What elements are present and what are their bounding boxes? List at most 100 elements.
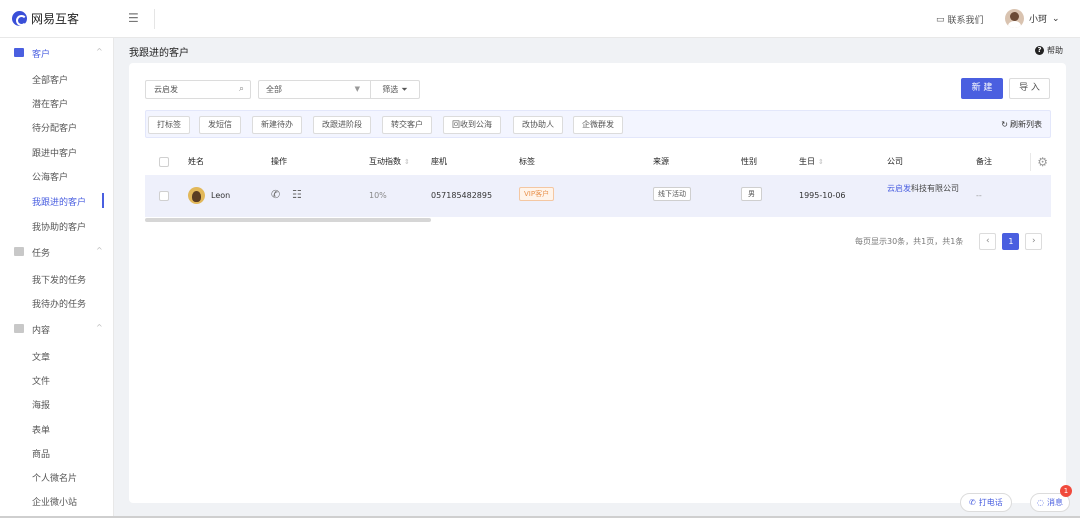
change-stage-button[interactable]: 改跟进阶段 (313, 116, 371, 134)
sms-button[interactable]: 发短信 (199, 116, 241, 134)
app-logo[interactable]: 网易互客 (12, 10, 79, 27)
user-menu[interactable]: 小珂 ⌄ (1005, 9, 1060, 28)
recycle-to-pool-button[interactable]: 回收到公海 (443, 116, 501, 134)
row-checkbox[interactable] (159, 191, 169, 201)
column-remark: 备注 (976, 157, 992, 166)
contact-us-label: 联系我们 (947, 16, 984, 26)
help-link[interactable]: ? 帮助 (1035, 45, 1063, 56)
sidebar-item-all-customers[interactable]: 全部客户 (32, 73, 68, 86)
sidebar-item-public-pool[interactable]: 公海客户 (32, 170, 68, 183)
customer-name[interactable]: Leon (211, 191, 230, 200)
prev-page-button[interactable]: ‹ (979, 233, 997, 250)
sidebar-group-label: 客户 (32, 50, 51, 60)
import-button[interactable]: 导 入 (1009, 78, 1050, 99)
phone-icon: ✆ (969, 498, 976, 507)
call-button[interactable]: ✆ 打电话 (960, 493, 1012, 512)
avatar (1005, 9, 1024, 28)
tag-button[interactable]: 打标签 (148, 116, 190, 134)
menu-collapse-icon[interactable]: ☰ (128, 11, 139, 25)
call-label: 打电话 (978, 498, 1003, 507)
column-actions: 操作 (271, 157, 287, 166)
chevron-down-icon: ⌄ (1052, 13, 1060, 24)
filter-button[interactable]: 筛选 ⏷ (371, 81, 419, 98)
sort-icon[interactable]: ⇕ (404, 158, 410, 166)
main-card: 云启发 ⌕ 全部 ▼ 筛选 ⏷ 新 建 导 入 打标签 发短信 新建待办 改跟进… (129, 63, 1066, 503)
table-row[interactable]: Leon ✆ ☷ 10% 057185482895 VIP客户 线下活动 男 1… (145, 175, 1051, 217)
logo-icon (12, 11, 27, 26)
sidebar-item-tasks-todo[interactable]: 我待办的任务 (32, 297, 86, 310)
chevron-up-icon: ^ (96, 47, 103, 56)
logo-text: 网易互客 (31, 12, 80, 26)
change-assistant-button[interactable]: 改协助人 (513, 116, 563, 134)
sidebar-item-posters[interactable]: 海报 (32, 398, 50, 411)
sidebar-group-tasks[interactable]: 任务 ^ (0, 241, 114, 263)
column-company: 公司 (887, 157, 903, 166)
sidebar: 客户 ^ 全部客户 潜在客户 待分配客户 跟进中客户 公海客户 我跟进的客户 我… (0, 38, 114, 518)
search-input[interactable]: 云启发 ⌕ (145, 80, 251, 99)
wecom-broadcast-button[interactable]: 企微群发 (573, 116, 623, 134)
filter-label: 筛选 (382, 85, 399, 94)
source-badge: 线下活动 (653, 187, 691, 201)
sidebar-item-mini-site[interactable]: 企业微小站 (32, 495, 77, 508)
sidebar-item-products[interactable]: 商品 (32, 447, 50, 460)
chevron-up-icon: ^ (96, 323, 103, 332)
sidebar-group-label: 内容 (32, 326, 51, 336)
column-interaction[interactable]: 互动指数 ⇕ (369, 156, 410, 167)
sidebar-item-articles[interactable]: 文章 (32, 350, 50, 363)
note-icon[interactable]: ☷ (292, 188, 302, 201)
task-icon (14, 247, 24, 256)
column-birthday[interactable]: 生日 ⇕ (799, 156, 824, 167)
search-icon[interactable]: ⌕ (239, 81, 244, 98)
id-card-icon (14, 48, 24, 57)
avatar (188, 187, 205, 204)
column-name: 姓名 (188, 157, 204, 166)
caret-down-icon: ▼ (354, 85, 360, 93)
new-todo-button[interactable]: 新建待办 (252, 116, 302, 134)
sort-icon[interactable]: ⇕ (818, 158, 824, 166)
sidebar-group-customers[interactable]: 客户 ^ (0, 42, 114, 64)
sidebar-group-content[interactable]: 内容 ^ (0, 318, 114, 340)
sidebar-item-files[interactable]: 文件 (32, 374, 50, 387)
refresh-list-button[interactable]: ↻ 刷新列表 (1001, 119, 1042, 130)
next-page-button[interactable]: › (1025, 233, 1043, 250)
birthday-value: 1995-10-06 (799, 191, 846, 200)
bulk-actions-bar: 打标签 发短信 新建待办 改跟进阶段 转交客户 回收到公海 改协助人 企微群发 … (145, 110, 1051, 138)
column-tags: 标签 (519, 157, 535, 166)
company-rest: 科技有限公司 (911, 184, 959, 193)
column-source: 来源 (653, 157, 669, 166)
column-interaction-label: 互动指数 (369, 157, 401, 166)
sidebar-item-potential-customers[interactable]: 潜在客户 (32, 97, 68, 110)
sidebar-item-my-assisted[interactable]: 我协助的客户 (32, 220, 86, 233)
table-header: 姓名 操作 互动指数 ⇕ 座机 标签 来源 性别 生日 ⇕ 公司 备注 ⚙ (145, 149, 1051, 174)
company-name: 云启发科技有限公司 (887, 183, 965, 195)
page-number-button[interactable]: 1 (1002, 233, 1020, 250)
transfer-customer-button[interactable]: 转交客户 (382, 116, 432, 134)
select-all-checkbox[interactable] (159, 157, 169, 167)
sidebar-item-forms[interactable]: 表单 (32, 423, 50, 436)
remark-value: -- (976, 191, 982, 200)
chevron-up-icon: ^ (96, 246, 103, 255)
phone-icon[interactable]: ✆ (271, 188, 280, 201)
horizontal-scrollbar[interactable] (145, 218, 431, 222)
new-button[interactable]: 新 建 (961, 78, 1003, 99)
sidebar-item-unassigned-customers[interactable]: 待分配客户 (32, 121, 77, 134)
gender-badge: 男 (741, 187, 762, 201)
interaction-index: 10% (369, 191, 387, 200)
page-title: 我跟进的客户 (129, 48, 189, 59)
sidebar-item-business-card[interactable]: 个人微名片 (32, 471, 77, 484)
help-icon: ? (1035, 46, 1044, 55)
gear-icon[interactable]: ⚙ (1030, 153, 1048, 171)
sidebar-item-tasks-issued[interactable]: 我下发的任务 (32, 273, 86, 286)
contact-us-link[interactable]: ▭ 联系我们 (936, 13, 984, 27)
sidebar-item-my-followed[interactable]: 我跟进的客户 (32, 195, 86, 208)
company-highlight: 云启发 (887, 184, 911, 193)
help-label: 帮助 (1047, 46, 1063, 55)
sidebar-item-following-customers[interactable]: 跟进中客户 (32, 146, 77, 159)
filter-group: 全部 ▼ 筛选 ⏷ (258, 80, 420, 99)
chat-icon: ▭ (936, 14, 945, 25)
column-gender: 性别 (741, 157, 757, 166)
active-indicator (102, 193, 104, 208)
scope-select[interactable]: 全部 ▼ (259, 81, 371, 98)
sidebar-group-label: 任务 (32, 249, 51, 259)
column-birthday-label: 生日 (799, 157, 815, 166)
